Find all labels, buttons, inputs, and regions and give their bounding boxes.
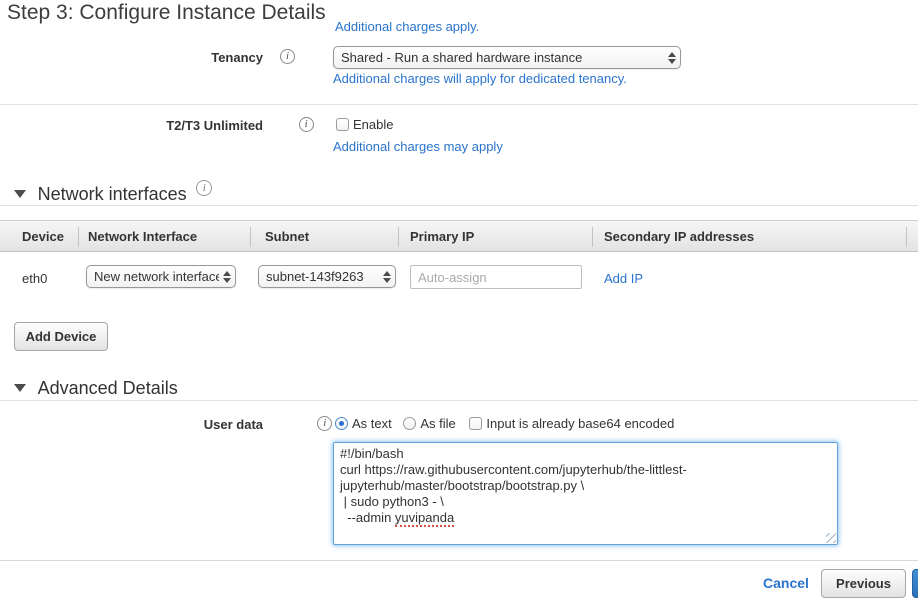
as-text-label: As text — [352, 416, 392, 431]
col-secondary-ip: Secondary IP addresses — [604, 229, 754, 244]
col-subnet: Subnet — [265, 229, 309, 244]
page-title: Step 3: Configure Instance Details — [7, 1, 326, 25]
as-file-radio[interactable] — [403, 417, 416, 430]
network-interfaces-section-header[interactable]: Network interfaces — [14, 180, 212, 205]
add-ip-link[interactable]: Add IP — [604, 271, 643, 286]
t2t3-enable-field: Enable — [336, 117, 393, 132]
col-device: Device — [22, 229, 64, 244]
primary-ip-input[interactable] — [410, 265, 582, 289]
t2t3-charges-link[interactable]: Additional charges may apply — [333, 139, 503, 154]
network-interfaces-title: Network interfaces — [38, 184, 187, 204]
collapse-caret-icon[interactable] — [14, 190, 26, 198]
select-stepper-icon — [668, 52, 676, 64]
network-table-header: Device Network Interface Subnet Primary … — [0, 220, 918, 252]
footer-divider — [0, 560, 918, 561]
advanced-details-section-header[interactable]: Advanced Details — [14, 378, 178, 399]
base64-checkbox[interactable] — [469, 417, 482, 430]
misspelled-word: yuvipanda — [395, 510, 454, 527]
user-data-info-icon[interactable] — [317, 416, 332, 431]
tenancy-select[interactable]: Shared - Run a shared hardware instance — [333, 46, 681, 69]
t2t3-label: T2/T3 Unlimited — [133, 118, 263, 133]
column-separator — [250, 227, 251, 247]
column-separator — [78, 227, 79, 247]
script-line: --admin yuvipanda — [340, 510, 831, 526]
enable-checkbox-label: Enable — [353, 117, 393, 132]
tenancy-charges-link[interactable]: Additional charges will apply for dedica… — [333, 71, 627, 86]
column-separator — [592, 227, 593, 247]
tenancy-label: Tenancy — [133, 50, 263, 65]
subnet-select-value: subnet-143f9263 — [266, 269, 379, 284]
section-divider — [0, 205, 918, 206]
enable-checkbox[interactable] — [336, 118, 349, 131]
section-divider — [0, 400, 918, 401]
network-interface-select-value: New network interface — [94, 269, 219, 284]
textarea-resize-handle[interactable] — [826, 533, 836, 543]
network-interfaces-info-icon[interactable] — [196, 180, 212, 196]
select-stepper-icon — [383, 271, 391, 283]
user-data-textarea[interactable]: #!/bin/bash curl https://raw.githubuserc… — [333, 442, 838, 545]
cancel-link[interactable]: Cancel — [763, 575, 809, 591]
user-data-label: User data — [133, 417, 263, 432]
script-line: jupyterhub/master/bootstrap/bootstrap.py… — [340, 478, 831, 494]
next-button-partial[interactable] — [912, 569, 918, 598]
script-line: curl https://raw.githubusercontent.com/j… — [340, 462, 831, 478]
device-cell: eth0 — [22, 271, 47, 286]
base64-checkbox-label: Input is already base64 encoded — [486, 416, 674, 431]
user-data-mode-controls: As text As file Input is already base64 … — [335, 416, 674, 431]
tenancy-select-value: Shared - Run a shared hardware instance — [341, 50, 664, 65]
advanced-details-title: Advanced Details — [38, 378, 178, 398]
select-stepper-icon — [223, 271, 231, 283]
collapse-caret-icon[interactable] — [14, 384, 26, 392]
tenancy-info-icon[interactable] — [280, 49, 295, 64]
script-line: | sudo python3 - \ — [340, 494, 831, 510]
column-separator — [398, 227, 399, 247]
script-line: #!/bin/bash — [340, 446, 831, 462]
add-device-button[interactable]: Add Device — [14, 322, 108, 351]
as-file-label: As file — [420, 416, 455, 431]
previous-button[interactable]: Previous — [821, 569, 906, 598]
subnet-select[interactable]: subnet-143f9263 — [258, 265, 396, 288]
divider — [0, 104, 918, 105]
column-separator — [906, 227, 907, 247]
as-text-radio[interactable] — [335, 417, 348, 430]
configure-instance-page: { "header": { "title": "Step 3: Configur… — [0, 0, 918, 598]
network-interface-select[interactable]: New network interface — [86, 265, 236, 288]
t2t3-info-icon[interactable] — [299, 117, 314, 132]
col-primary-ip: Primary IP — [410, 229, 474, 244]
col-network-interface: Network Interface — [88, 229, 197, 244]
